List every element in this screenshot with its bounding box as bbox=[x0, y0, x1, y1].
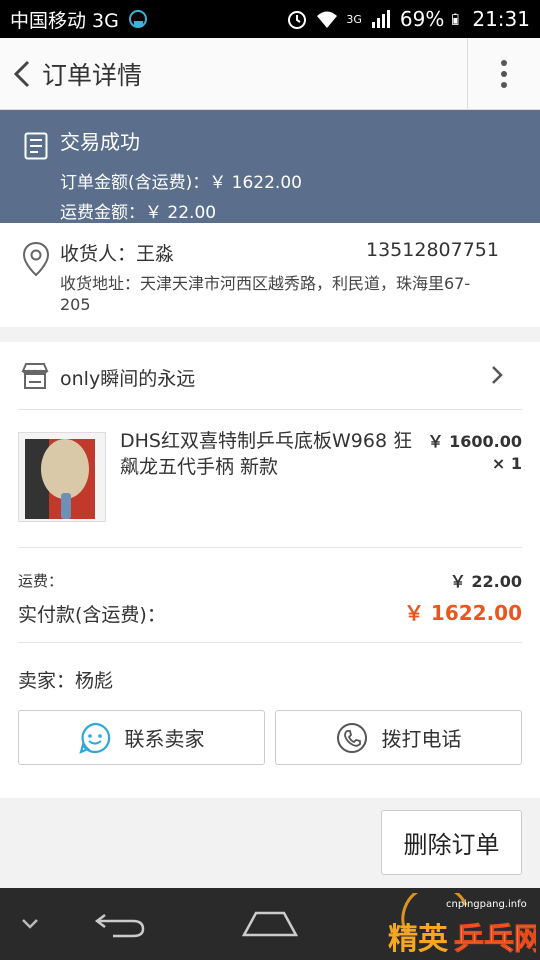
back-arrow-icon bbox=[94, 914, 145, 938]
document-icon bbox=[24, 132, 48, 160]
notification-icon bbox=[128, 10, 147, 28]
nav-hide-button[interactable] bbox=[10, 888, 50, 960]
contact-seller-button[interactable]: 联系卖家 bbox=[18, 710, 265, 765]
product-title[interactable]: DHS红双喜特制乒乓底板W968 狂飙龙五代手柄 新款 bbox=[120, 428, 420, 480]
clock: 21:31 bbox=[472, 7, 530, 31]
network-type: 3G bbox=[346, 12, 362, 26]
divider bbox=[18, 409, 522, 410]
battery-icon bbox=[452, 13, 459, 25]
order-status: 交易成功 bbox=[60, 130, 140, 154]
call-button[interactable]: 拨打电话 bbox=[275, 710, 522, 765]
phone-icon bbox=[336, 722, 367, 753]
location-pin-icon bbox=[22, 241, 50, 277]
paid-label: 实付款(含运费)： bbox=[18, 604, 166, 626]
nav-home-button[interactable] bbox=[230, 888, 310, 960]
svg-text:cnpingpang.info: cnpingpang.info bbox=[446, 899, 527, 910]
back-button[interactable] bbox=[4, 38, 40, 110]
order-amount: 订单金额(含运费)：￥ 1622.00 bbox=[60, 173, 302, 193]
chevron-down-icon bbox=[22, 919, 38, 929]
page-title: 订单详情 bbox=[42, 60, 143, 90]
home-icon bbox=[242, 911, 298, 937]
site-watermark: cnpingpang.info 精英 乒乓网 bbox=[388, 893, 536, 957]
receiver-phone: 13512807751 bbox=[366, 239, 499, 261]
product-thumbnail[interactable] bbox=[18, 432, 106, 522]
receiver-address: 收货地址：天津天津市河西区越秀路，利民道，珠海里67-205 bbox=[60, 274, 471, 314]
svg-text:精英: 精英 bbox=[388, 922, 449, 957]
chevron-left-icon bbox=[13, 60, 30, 87]
store-name: only瞬间的永远 bbox=[60, 368, 196, 390]
shipping-amount: 运费金额：￥ 22.00 bbox=[60, 203, 217, 223]
store-row[interactable]: only瞬间的永远 bbox=[0, 342, 540, 409]
call-label: 拨打电话 bbox=[381, 727, 462, 751]
receiver-name: 收货人：王淼 bbox=[60, 243, 175, 265]
divider bbox=[18, 547, 522, 548]
product-price: ￥ 1600.00 bbox=[427, 432, 522, 451]
paddle-image bbox=[19, 433, 105, 521]
carrier-group: 中国移动 3G bbox=[10, 6, 149, 33]
status-right: 3G 69% 21:31 bbox=[286, 7, 530, 31]
battery-percent: 69% bbox=[399, 7, 445, 31]
app-header: 订单详情 bbox=[0, 38, 540, 110]
chat-face-icon bbox=[78, 722, 110, 754]
shipping-fee-label: 运费： bbox=[18, 572, 64, 590]
delete-order-button[interactable]: 删除订单 bbox=[381, 810, 522, 875]
status-bar: 中国移动 3G 3G 69% 21:31 bbox=[0, 0, 540, 38]
order-card: only瞬间的永远 DHS红双喜特制乒乓底板W968 狂飙龙五代手柄 新款 ￥ … bbox=[0, 342, 540, 798]
order-status-banner: 交易成功 订单金额(含运费)：￥ 1622.00 运费金额：￥ 22.00 bbox=[0, 110, 540, 223]
shipping-fee-value: ￥ 22.00 bbox=[449, 572, 522, 591]
alarm-icon bbox=[288, 11, 307, 29]
chevron-right-icon bbox=[492, 366, 503, 384]
divider bbox=[18, 642, 522, 643]
wifi-icon bbox=[317, 11, 338, 28]
seller-name: 卖家：杨彪 bbox=[18, 670, 114, 692]
signal-icon bbox=[371, 10, 390, 28]
more-vertical-icon bbox=[501, 60, 507, 88]
nav-back-button[interactable] bbox=[80, 888, 160, 960]
paid-value: ￥ 1622.00 bbox=[403, 601, 522, 625]
carrier-name: 中国移动 3G bbox=[10, 9, 119, 32]
contact-seller-label: 联系卖家 bbox=[124, 727, 205, 751]
product-quantity: × 1 bbox=[491, 454, 522, 473]
svg-text:乒乓网: 乒乓网 bbox=[454, 922, 536, 957]
store-icon bbox=[21, 363, 49, 389]
more-menu-button[interactable] bbox=[467, 38, 540, 110]
shipping-address: 收货人：王淼 13512807751 收货地址：天津天津市河西区越秀路，利民道，… bbox=[0, 223, 540, 327]
